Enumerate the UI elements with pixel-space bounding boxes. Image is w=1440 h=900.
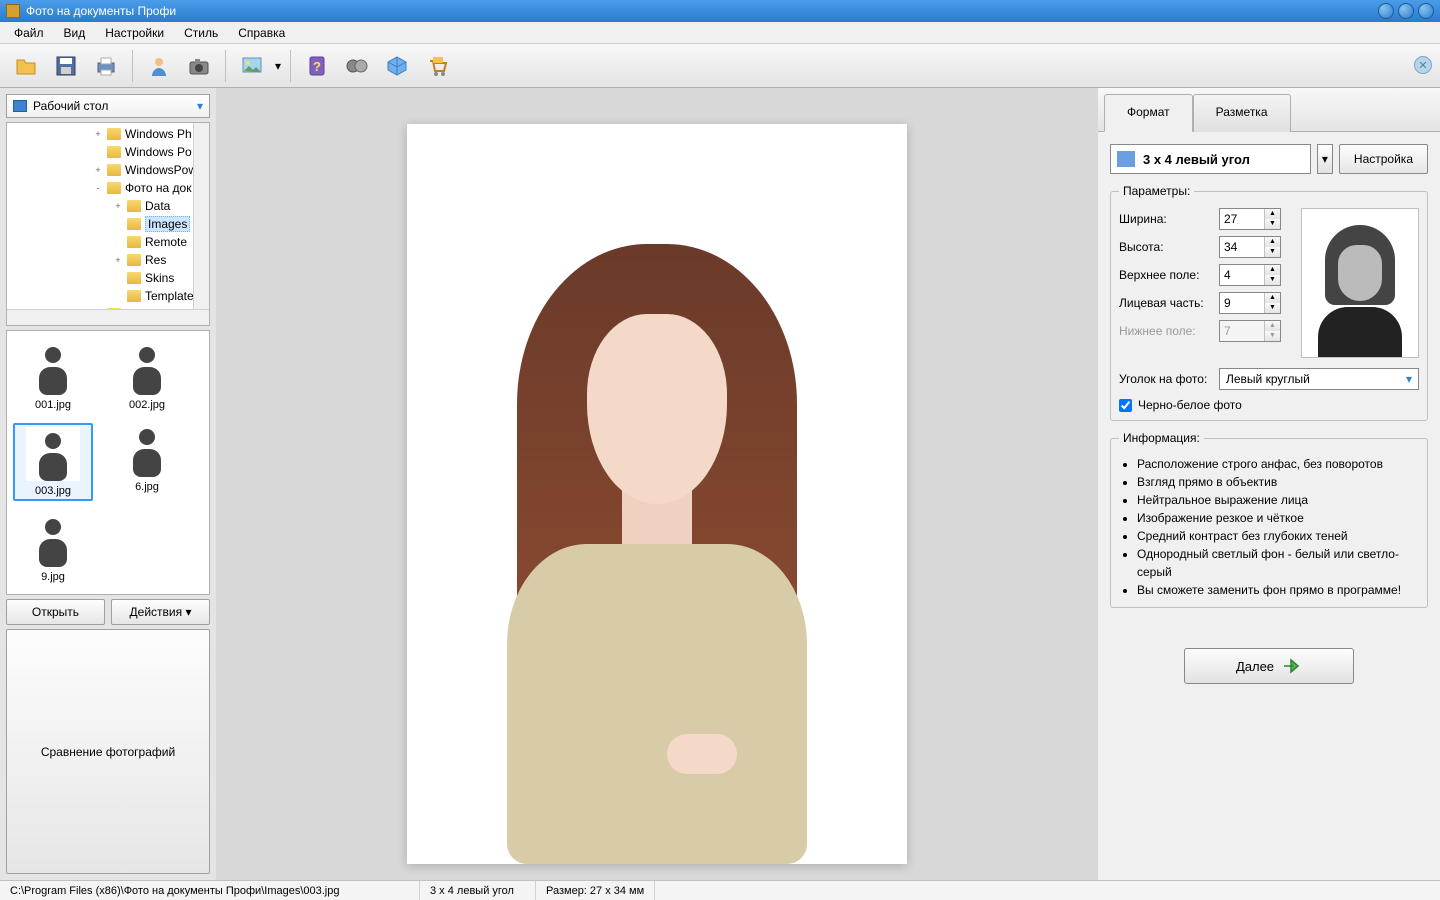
video-button[interactable]: [339, 48, 375, 84]
package-button[interactable]: [379, 48, 415, 84]
corner-value: Левый круглый: [1226, 372, 1406, 386]
menu-bar: Файл Вид Настройки Стиль Справка: [0, 22, 1440, 44]
face-spinner[interactable]: 9▲▼: [1219, 292, 1281, 314]
tree-item[interactable]: +WindowsPow: [7, 161, 209, 179]
thumbnail[interactable]: 002.jpg: [107, 341, 187, 411]
format-preset-text: 3 x 4 левый угол: [1143, 152, 1250, 167]
tree-item[interactable]: -Фото на док: [7, 179, 209, 197]
info-item: Однородный светлый фон - белый или светл…: [1137, 545, 1419, 581]
app-icon: [6, 4, 20, 18]
height-label: Высота:: [1119, 240, 1213, 254]
image-dropdown-button[interactable]: [234, 48, 270, 84]
print-button[interactable]: [88, 48, 124, 84]
compare-button[interactable]: Сравнение фотографий: [6, 629, 210, 874]
format-preview: [1301, 208, 1419, 358]
menu-file[interactable]: Файл: [4, 23, 54, 43]
info-legend: Информация:: [1119, 431, 1204, 445]
camera-button[interactable]: [181, 48, 217, 84]
info-item: Средний контраст без глубоких теней: [1137, 527, 1419, 545]
thumbnail[interactable]: 003.jpg: [13, 423, 93, 501]
canvas-area: [216, 88, 1098, 880]
open-folder-button[interactable]: [8, 48, 44, 84]
info-item: Взгляд прямо в объектив: [1137, 473, 1419, 491]
bw-checkbox[interactable]: [1119, 399, 1132, 412]
right-panel: Формат Разметка 3 x 4 левый угол ▾ Настр…: [1098, 88, 1440, 880]
tree-item[interactable]: +Res: [7, 251, 209, 269]
location-combo[interactable]: Рабочий стол ▾: [6, 94, 210, 118]
width-spinner[interactable]: 27▲▼: [1219, 208, 1281, 230]
person-button[interactable]: [141, 48, 177, 84]
sidebar: Рабочий стол ▾ +Windows PhWindows Po+Win…: [0, 88, 216, 880]
menu-view[interactable]: Вид: [54, 23, 96, 43]
info-item: Изображение резкое и чёткое: [1137, 509, 1419, 527]
info-group: Информация: Расположение строго анфас, б…: [1110, 431, 1428, 608]
bottom-field-label: Нижнее поле:: [1119, 324, 1213, 338]
info-item: Расположение строго анфас, без поворотов: [1137, 455, 1419, 473]
format-icon: [1117, 151, 1135, 167]
desktop-icon: [13, 100, 27, 112]
thumbnail[interactable]: 001.jpg: [13, 341, 93, 411]
save-button[interactable]: [48, 48, 84, 84]
tree-item[interactable]: Remote: [7, 233, 209, 251]
actions-button[interactable]: Действия ▾: [111, 599, 210, 625]
window-title: Фото на документы Профи: [26, 4, 1374, 18]
face-label: Лицевая часть:: [1119, 296, 1213, 310]
main-photo[interactable]: [407, 124, 907, 864]
menu-style[interactable]: Стиль: [174, 23, 228, 43]
title-bar: Фото на документы Профи: [0, 0, 1440, 22]
chevron-down-icon: ▾: [1406, 372, 1412, 386]
corner-combo[interactable]: Левый круглый ▾: [1219, 368, 1419, 390]
tree-item[interactable]: Template: [7, 287, 209, 305]
thumbnail[interactable]: 9.jpg: [13, 513, 93, 583]
toolbar: ▾ ? ✕: [0, 44, 1440, 88]
maximize-button[interactable]: [1398, 3, 1414, 19]
thumbnail[interactable]: 6.jpg: [107, 423, 187, 501]
params-group: Параметры: Ширина: 27▲▼ Высота: 34▲▼ Вер…: [1110, 184, 1428, 421]
tree-item[interactable]: Skins: [7, 269, 209, 287]
tree-scrollbar-v[interactable]: [193, 123, 209, 325]
settings-button[interactable]: Настройка: [1339, 144, 1428, 174]
close-panel-button[interactable]: ✕: [1414, 56, 1432, 74]
minimize-button[interactable]: [1378, 3, 1394, 19]
status-bar: C:\Program Files (x86)\Фото на документы…: [0, 880, 1440, 900]
tree-item[interactable]: +Windows Ph: [7, 125, 209, 143]
chevron-down-icon: ▾: [197, 99, 203, 113]
person-photo-placeholder: [477, 184, 837, 864]
tree-item[interactable]: +Data: [7, 197, 209, 215]
svg-text:?: ?: [313, 59, 321, 74]
location-text: Рабочий стол: [33, 99, 197, 113]
image-dropdown-arrow[interactable]: ▾: [272, 59, 284, 73]
top-field-label: Верхнее поле:: [1119, 268, 1213, 282]
info-item: Вы сможете заменить фон прямо в программ…: [1137, 581, 1419, 599]
status-size: Размер: 27 x 34 мм: [536, 881, 655, 900]
arrow-right-icon: [1282, 658, 1302, 674]
top-field-spinner[interactable]: 4▲▼: [1219, 264, 1281, 286]
help-button[interactable]: ?: [299, 48, 335, 84]
next-button[interactable]: Далее: [1184, 648, 1354, 684]
tree-scrollbar-h[interactable]: [7, 309, 209, 325]
width-label: Ширина:: [1119, 212, 1213, 226]
bw-label: Черно-белое фото: [1138, 398, 1242, 412]
close-button[interactable]: [1418, 3, 1434, 19]
open-button[interactable]: Открыть: [6, 599, 105, 625]
tree-item[interactable]: Images: [7, 215, 209, 233]
params-legend: Параметры:: [1119, 184, 1194, 198]
thumbnail-grid: 001.jpg002.jpg003.jpg6.jpg9.jpg: [6, 330, 210, 595]
height-spinner[interactable]: 34▲▼: [1219, 236, 1281, 258]
status-path: C:\Program Files (x86)\Фото на документы…: [0, 881, 420, 900]
tab-format[interactable]: Формат: [1104, 94, 1193, 132]
cart-button[interactable]: [419, 48, 455, 84]
info-item: Нейтральное выражение лица: [1137, 491, 1419, 509]
tree-item[interactable]: Windows Po: [7, 143, 209, 161]
menu-settings[interactable]: Настройки: [95, 23, 174, 43]
tab-markup[interactable]: Разметка: [1193, 94, 1291, 132]
format-preset-combo[interactable]: 3 x 4 левый угол: [1110, 144, 1311, 174]
status-preset: 3 x 4 левый угол: [420, 881, 536, 900]
bottom-field-spinner: 7▲▼: [1219, 320, 1281, 342]
corner-label: Уголок на фото:: [1119, 372, 1213, 386]
format-preset-dropdown[interactable]: ▾: [1317, 144, 1333, 174]
folder-tree[interactable]: +Windows PhWindows Po+WindowsPow-Фото на…: [6, 122, 210, 326]
menu-help[interactable]: Справка: [228, 23, 295, 43]
